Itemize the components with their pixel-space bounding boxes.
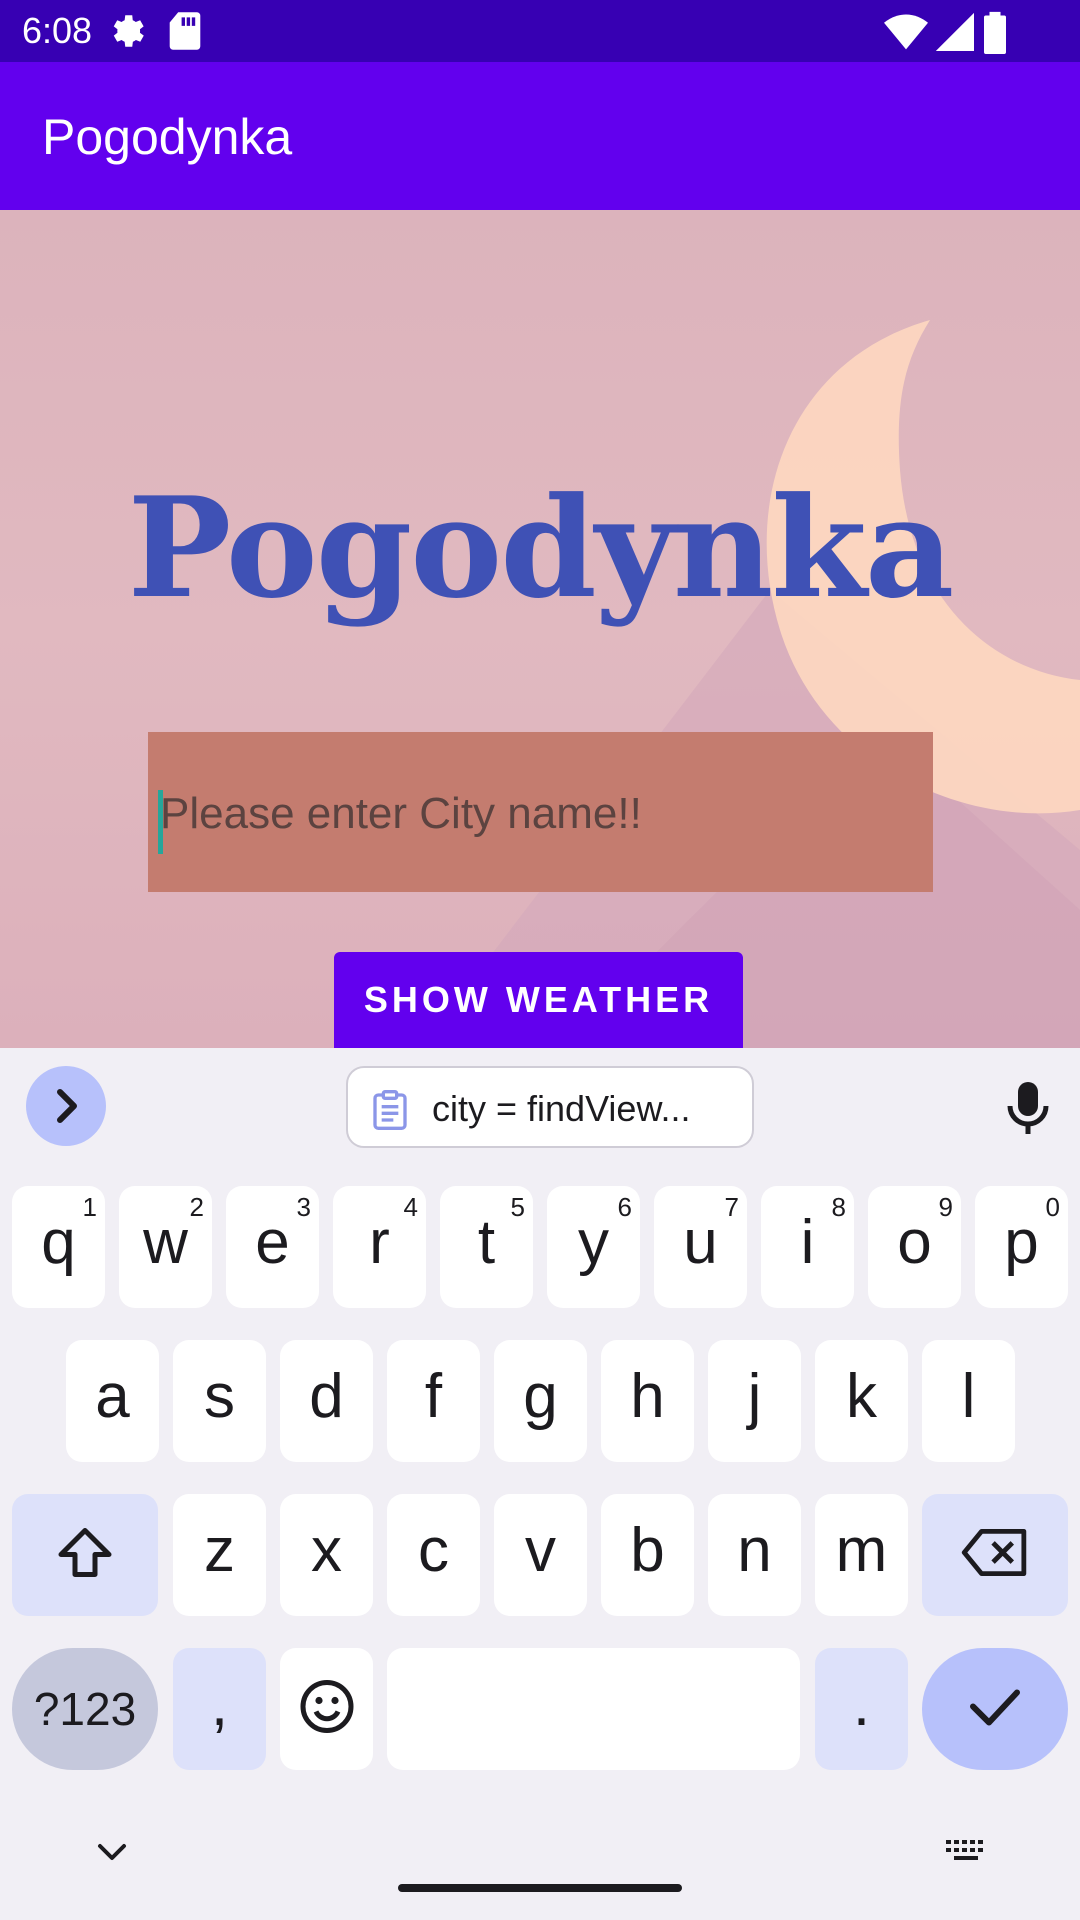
key-label: v	[525, 1516, 556, 1585]
key-b[interactable]: b	[601, 1494, 694, 1616]
city-input-placeholder: Please enter City name!!	[160, 789, 642, 838]
mic-icon[interactable]	[1004, 1080, 1052, 1141]
symbols-key[interactable]: ?123	[12, 1648, 158, 1770]
key-x[interactable]: x	[280, 1494, 373, 1616]
key-h[interactable]: h	[601, 1340, 694, 1462]
key-label: .	[852, 1670, 871, 1739]
key-o[interactable]: o9	[868, 1186, 961, 1308]
main-content: Pogodynka Please enter City name!! SHOW …	[0, 210, 1080, 1048]
key-hint: 0	[1045, 1192, 1060, 1222]
key-n[interactable]: n	[708, 1494, 801, 1616]
key-hint: 5	[510, 1192, 525, 1222]
key-q[interactable]: q1	[12, 1186, 105, 1308]
key-hint: 7	[724, 1192, 739, 1222]
key-m[interactable]: m	[815, 1494, 908, 1616]
key-c[interactable]: c	[387, 1494, 480, 1616]
keyboard-toolbar-toggle[interactable]	[26, 1066, 106, 1146]
key-hint: 2	[189, 1192, 204, 1222]
enter-key[interactable]	[922, 1648, 1068, 1770]
key-label: x	[311, 1516, 342, 1585]
shift-icon	[55, 1525, 115, 1586]
key-label: d	[309, 1362, 344, 1431]
backspace-icon	[959, 1528, 1031, 1583]
comma-key[interactable]: ,	[173, 1648, 266, 1770]
shift-key[interactable]	[12, 1494, 158, 1616]
key-label: ?123	[33, 1683, 137, 1735]
hide-keyboard-button[interactable]	[92, 1838, 132, 1873]
space-key[interactable]	[387, 1648, 800, 1770]
key-hint: 1	[82, 1192, 97, 1222]
gesture-nav-handle	[398, 1884, 682, 1892]
key-l[interactable]: l	[922, 1340, 1015, 1462]
clipboard-icon	[370, 1088, 410, 1137]
key-label: m	[835, 1516, 888, 1585]
key-g[interactable]: g	[494, 1340, 587, 1462]
city-name-input[interactable]: Please enter City name!!	[148, 732, 933, 892]
sd-card-icon	[168, 10, 202, 57]
key-hint: 8	[831, 1192, 846, 1222]
key-label: z	[204, 1516, 235, 1585]
app-bar: Pogodynka	[0, 62, 1080, 210]
key-t[interactable]: t5	[440, 1186, 533, 1308]
key-label: n	[737, 1516, 772, 1585]
key-e[interactable]: e3	[226, 1186, 319, 1308]
key-hint: 3	[296, 1192, 311, 1222]
period-key[interactable]: .	[815, 1648, 908, 1770]
key-label: h	[630, 1362, 665, 1431]
key-r[interactable]: r4	[333, 1186, 426, 1308]
key-hint: 6	[617, 1192, 632, 1222]
check-icon	[967, 1685, 1023, 1734]
key-s[interactable]: s	[173, 1340, 266, 1462]
backspace-key[interactable]	[922, 1494, 1068, 1616]
clipboard-suggestion-chip[interactable]: city = findView...	[346, 1066, 754, 1148]
key-v[interactable]: v	[494, 1494, 587, 1616]
key-hint: 4	[403, 1192, 418, 1222]
chevron-right-icon	[57, 1089, 77, 1123]
chevron-down-icon	[98, 1844, 126, 1860]
clipboard-suggestion-text: city = findView...	[432, 1088, 691, 1129]
key-label: f	[424, 1362, 443, 1431]
key-hint: 9	[938, 1192, 953, 1222]
key-z[interactable]: z	[173, 1494, 266, 1616]
app-title: Pogodynka	[42, 109, 293, 165]
battery-icon	[982, 10, 1008, 59]
wifi-icon	[884, 10, 928, 57]
key-label: j	[747, 1362, 762, 1431]
key-label: k	[846, 1362, 877, 1431]
status-bar: 6:08	[0, 0, 1080, 62]
key-j[interactable]: j	[708, 1340, 801, 1462]
key-d[interactable]: d	[280, 1340, 373, 1462]
key-label: ,	[210, 1670, 229, 1739]
key-label: l	[961, 1362, 976, 1431]
soft-keyboard: city = findView... q1 w2 e3 r4 t5 y6 u7 …	[0, 1048, 1080, 1920]
key-w[interactable]: w2	[119, 1186, 212, 1308]
status-time: 6:08	[22, 10, 93, 51]
key-p[interactable]: p0	[975, 1186, 1068, 1308]
key-k[interactable]: k	[815, 1340, 908, 1462]
key-label: s	[204, 1362, 235, 1431]
hero-title: Pogodynka	[127, 466, 955, 629]
key-label: c	[418, 1516, 449, 1585]
key-i[interactable]: i8	[761, 1186, 854, 1308]
emoji-key[interactable]	[280, 1648, 373, 1770]
key-a[interactable]: a	[66, 1340, 159, 1462]
background-illustration	[420, 320, 1080, 1048]
key-u[interactable]: u7	[654, 1186, 747, 1308]
gear-icon	[106, 10, 148, 57]
keyboard-icon	[946, 1840, 983, 1860]
key-y[interactable]: y6	[547, 1186, 640, 1308]
key-label: g	[523, 1362, 558, 1431]
emoji-icon	[299, 1679, 355, 1740]
key-label: b	[630, 1516, 665, 1585]
show-weather-button[interactable]: SHOW WEATHER	[334, 952, 743, 1048]
signal-icon	[934, 10, 974, 57]
keyboard-switch-button[interactable]	[944, 1836, 990, 1871]
key-f[interactable]: f	[387, 1340, 480, 1462]
key-label: a	[95, 1362, 130, 1431]
